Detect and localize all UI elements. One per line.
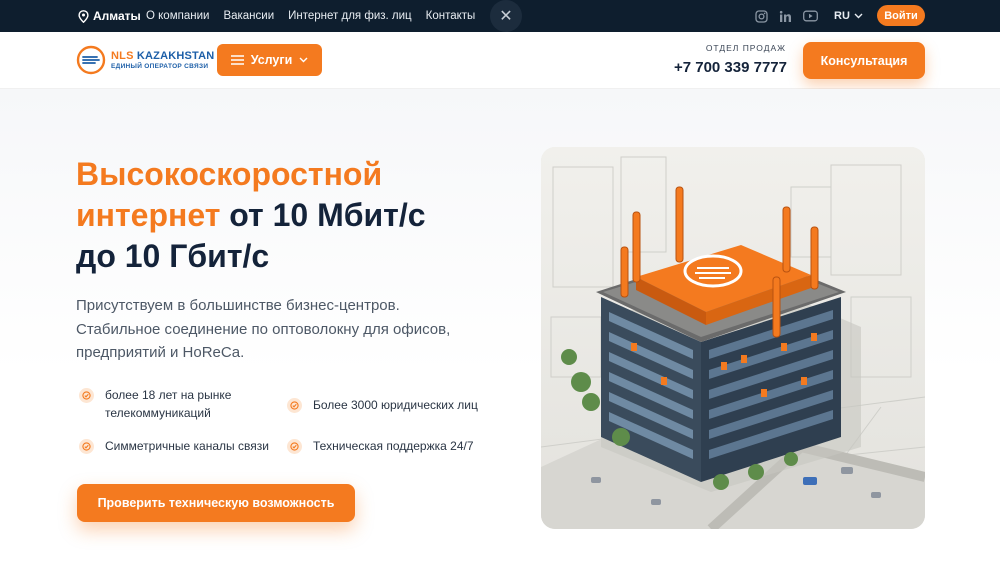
nav-link-about[interactable]: О компании (146, 10, 209, 22)
language-selector[interactable]: RU (834, 0, 863, 32)
check-availability-button[interactable]: Проверить техническую возможность (77, 484, 355, 522)
feature-item-experience: более 18 лет на рынке телекоммуникаций (79, 386, 279, 422)
consultation-button[interactable]: Консультация (803, 42, 925, 79)
check-icon (287, 439, 302, 454)
nav-link-vacancies[interactable]: Вакансии (223, 10, 274, 22)
instagram-icon[interactable] (755, 9, 768, 23)
chevron-down-icon (299, 57, 308, 63)
check-icon (79, 388, 94, 403)
main-header: NLS KAZAKHSTAN ЕДИНЫЙ ОПЕРАТОР СВЯЗИ Усл… (0, 32, 1000, 89)
login-button[interactable]: Войти (877, 5, 925, 26)
language-label: RU (834, 10, 850, 22)
check-icon (79, 439, 94, 454)
feature-item-symmetric: Симметричные каналы связи (79, 437, 279, 455)
check-icon (287, 398, 302, 413)
chevron-down-icon (854, 13, 863, 19)
youtube-icon[interactable] (803, 10, 818, 22)
top-bar: Алматы О компании Вакансии Интернет для … (0, 0, 1000, 32)
feature-item-support: Техническая поддержка 24/7 (287, 437, 507, 455)
hero-illustration (541, 147, 925, 529)
close-icon: ✕ (499, 8, 513, 25)
services-label: Услуги (250, 53, 293, 67)
hamburger-icon (230, 55, 244, 65)
linkedin-icon[interactable] (779, 10, 792, 23)
top-nav: О компании Вакансии Интернет для физ. ли… (146, 0, 489, 32)
logo-mark-icon (76, 45, 106, 75)
nav-link-home-internet[interactable]: Интернет для физ. лиц (288, 10, 412, 22)
logo[interactable]: NLS KAZAKHSTAN ЕДИНЫЙ ОПЕРАТОР СВЯЗИ (76, 45, 214, 75)
hero-title: Высокоскоростной интернет от 10 Мбит/с д… (76, 156, 426, 274)
social-links (755, 0, 818, 32)
location-pin-icon (78, 9, 89, 23)
close-button[interactable]: ✕ (490, 0, 522, 32)
hero-description: Присутствуем в большинстве бизнес-центро… (76, 297, 451, 361)
sales-department-label: ОТДЕЛ ПРОДАЖ (705, 43, 786, 53)
nav-link-contacts[interactable]: Контакты (426, 10, 476, 22)
logo-tagline: ЕДИНЫЙ ОПЕРАТОР СВЯЗИ (111, 62, 209, 70)
feature-item-clients: Более 3000 юридических лиц (287, 396, 507, 414)
city-label: Алматы (93, 9, 141, 23)
logo-name: NLS KAZAKHSTAN (111, 49, 215, 62)
sales-phone[interactable]: +7 700 339 7777 (660, 59, 787, 76)
city-selector[interactable]: Алматы (78, 0, 141, 32)
services-menu-button[interactable]: Услуги (217, 44, 322, 76)
